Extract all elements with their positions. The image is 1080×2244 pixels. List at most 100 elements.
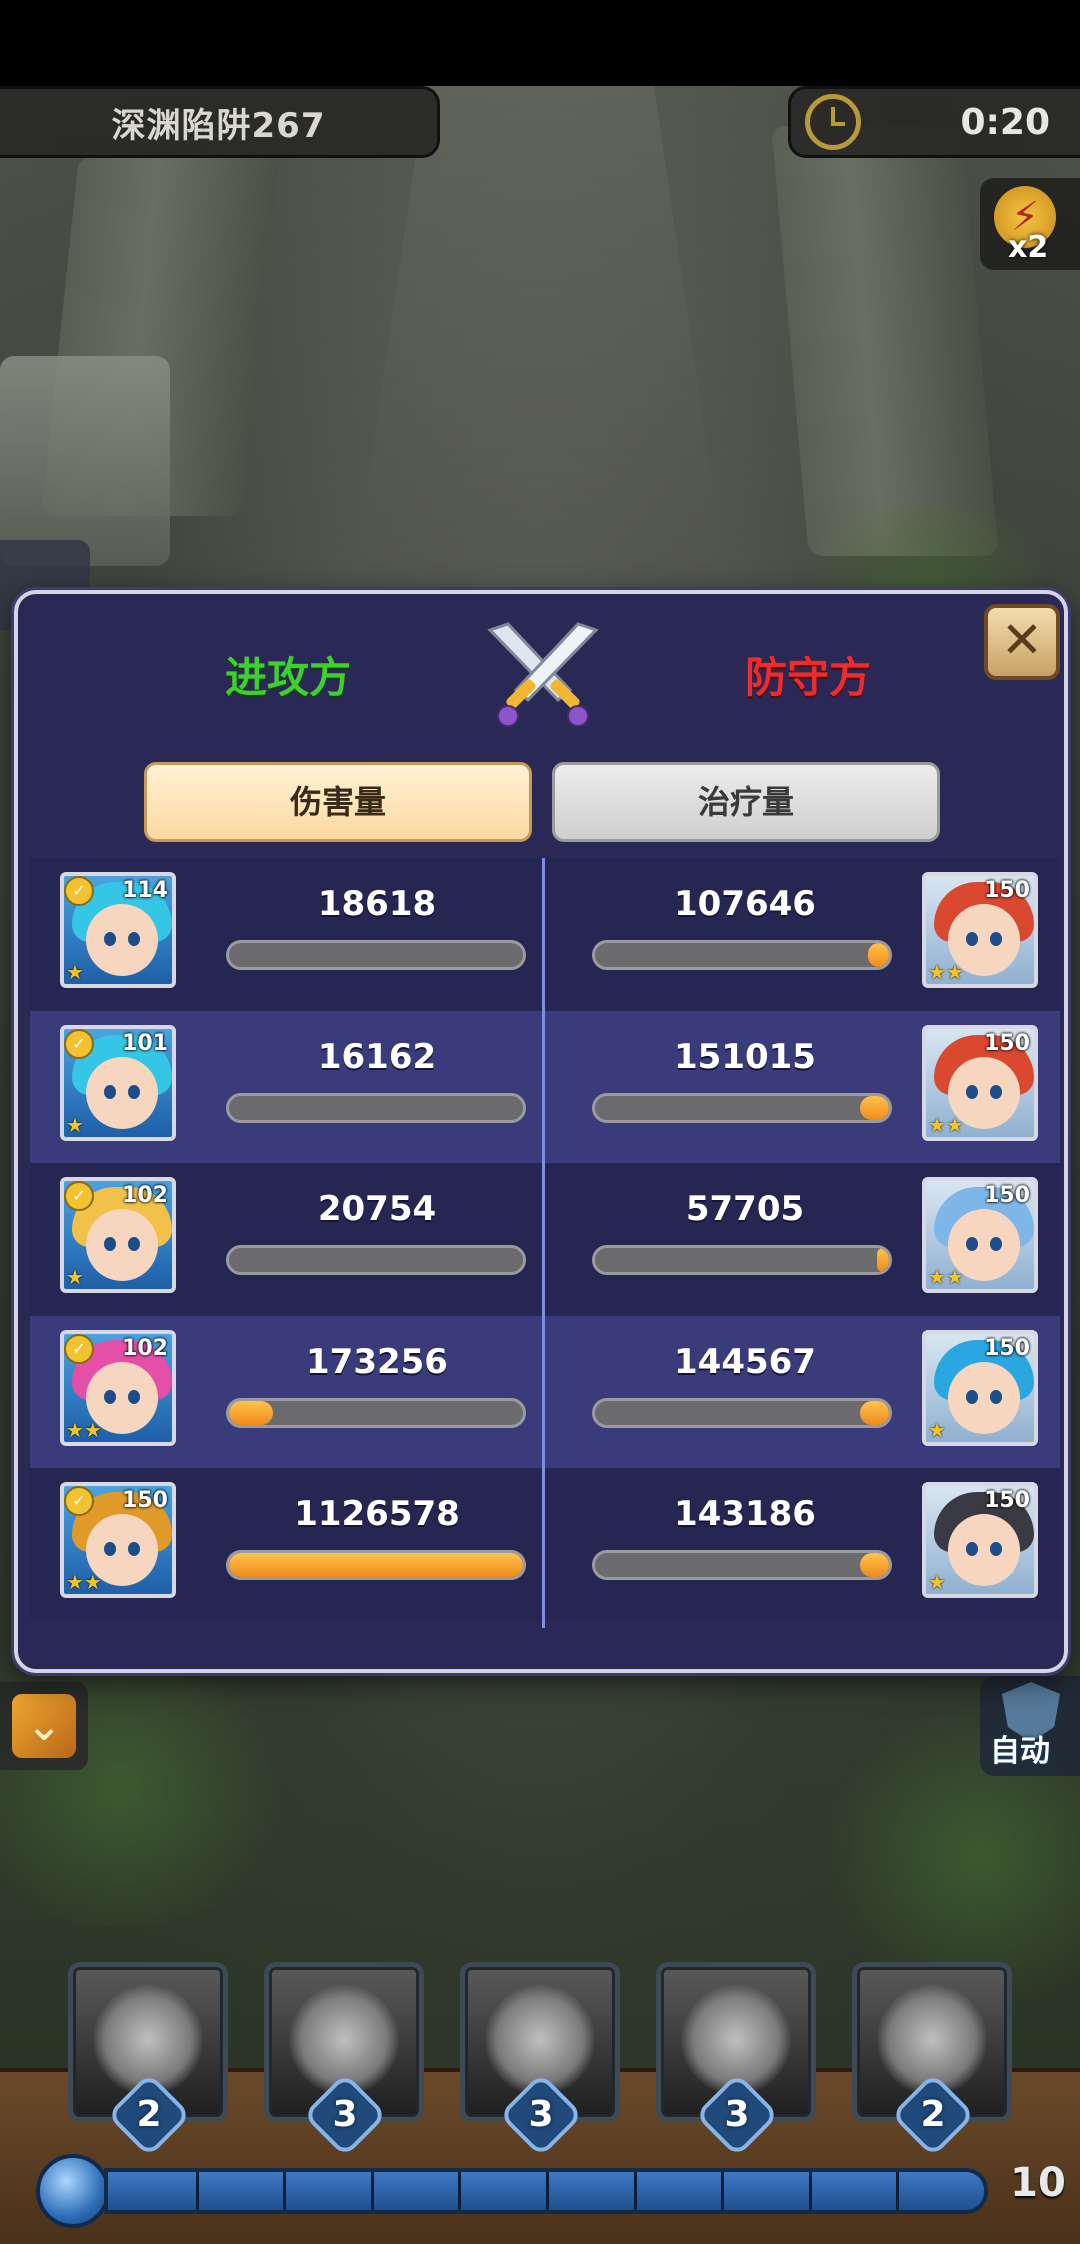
attacker-damage-bar bbox=[226, 1245, 526, 1275]
vip-badge-icon: ✓ bbox=[64, 1181, 94, 1211]
hero-eye bbox=[966, 1389, 978, 1404]
skill-button[interactable]: 3 bbox=[264, 1962, 424, 2158]
defender-damage-bar bbox=[592, 1397, 892, 1428]
skill-cost: 3 bbox=[724, 2094, 750, 2135]
speed-toggle-button[interactable]: ⚡ x2 bbox=[980, 178, 1080, 270]
timer-text: 0:20 bbox=[960, 101, 1050, 143]
skill-button[interactable]: 3 bbox=[460, 1962, 620, 2158]
defender-damage-bar bbox=[592, 1245, 892, 1275]
energy-segment-divider bbox=[896, 2172, 900, 2210]
skill-button[interactable]: 2 bbox=[68, 1962, 228, 2158]
hero-level: 150 bbox=[122, 1488, 168, 1513]
chevron-icon: ⌄ bbox=[12, 1694, 76, 1758]
star-rating-icon: ★ bbox=[66, 1265, 84, 1289]
hero-eye bbox=[966, 1542, 978, 1556]
hero-face bbox=[86, 1209, 158, 1281]
hero-level: 150 bbox=[984, 1335, 1030, 1361]
hero-level: 150 bbox=[984, 1488, 1030, 1513]
energy-count: 10 bbox=[1010, 2160, 1066, 2206]
skill-cost: 2 bbox=[920, 2094, 946, 2135]
hero-eye bbox=[104, 1542, 116, 1556]
defender-damage-fill bbox=[859, 1553, 889, 1577]
skill-button[interactable]: 3 bbox=[656, 1962, 816, 2158]
hero-level: 150 bbox=[984, 1183, 1030, 1208]
defender-portrait[interactable]: 150 ★★ bbox=[922, 1177, 1038, 1293]
stats-row: 101 ✓ ★ 16162 151015 150 ★★ bbox=[30, 1010, 1060, 1163]
speed-label: x2 bbox=[1008, 230, 1049, 265]
attacker-damage-bar bbox=[226, 1397, 526, 1428]
hero-face bbox=[948, 1514, 1020, 1586]
defender-portrait[interactable]: 150 ★★ bbox=[922, 1024, 1038, 1141]
energy-segment-divider bbox=[808, 2172, 812, 2210]
hero-eye bbox=[990, 1084, 1002, 1099]
star-rating-icon: ★★ bbox=[66, 1417, 102, 1442]
defender-portrait[interactable]: 150 ★ bbox=[922, 1482, 1038, 1598]
attacker-portrait[interactable]: 101 ✓ ★ bbox=[60, 1024, 176, 1141]
stats-row: 102 ✓ ★★ 173256 144567 150 ★ bbox=[30, 1315, 1060, 1468]
defender-damage-fill bbox=[859, 1095, 889, 1120]
energy-bar bbox=[104, 2168, 988, 2214]
auto-label: 自动 bbox=[990, 1734, 1050, 1769]
attacker-damage-bar bbox=[226, 940, 526, 970]
hero-eye bbox=[128, 1542, 140, 1556]
hero-level: 102 bbox=[122, 1335, 168, 1361]
stone-path bbox=[350, 86, 730, 606]
energy-segment-divider bbox=[370, 2172, 374, 2210]
energy-segment-divider bbox=[195, 2172, 199, 2210]
defender-damage-bar bbox=[592, 1092, 892, 1123]
skill-button[interactable]: 2 bbox=[852, 1962, 1012, 2158]
attacker-portrait[interactable]: 114 ✓ ★ bbox=[60, 872, 176, 988]
hero-level: 150 bbox=[984, 1030, 1030, 1056]
star-rating-icon: ★★ bbox=[928, 960, 964, 984]
defender-damage-bar bbox=[592, 1550, 892, 1580]
hero-eye bbox=[104, 932, 116, 946]
attacker-damage-value: 173256 bbox=[306, 1341, 448, 1382]
attacker-damage-bar bbox=[226, 1092, 526, 1123]
stats-row: 114 ✓ ★ 18618 107646 150 ★★ bbox=[30, 858, 1060, 1010]
tab-damage[interactable]: 伤害量 bbox=[144, 762, 532, 842]
hero-eye bbox=[990, 1389, 1002, 1404]
vip-badge-icon: ✓ bbox=[64, 1028, 94, 1059]
clock-icon bbox=[805, 94, 861, 150]
defender-portrait[interactable]: 150 ★★ bbox=[922, 872, 1038, 988]
star-rating-icon: ★ bbox=[66, 960, 84, 984]
hero-level: 114 bbox=[122, 878, 168, 903]
defender-damage-bar bbox=[592, 940, 892, 970]
defender-damage-value: 57705 bbox=[685, 1189, 805, 1229]
energy-segment-divider bbox=[458, 2172, 462, 2210]
defender-portrait[interactable]: 150 ★ bbox=[922, 1329, 1038, 1446]
energy-gem-icon bbox=[36, 2154, 110, 2228]
defender-damage-fill bbox=[859, 1400, 889, 1425]
attacker-damage-bar bbox=[226, 1550, 526, 1580]
close-button[interactable]: ✕ bbox=[984, 604, 1060, 680]
attacker-damage-fill bbox=[229, 1400, 274, 1425]
auto-battle-button[interactable]: 自动 bbox=[980, 1676, 1080, 1776]
hero-eye bbox=[128, 1237, 140, 1251]
attacker-portrait[interactable]: 102 ✓ ★★ bbox=[60, 1329, 176, 1446]
hero-eye bbox=[128, 932, 140, 946]
star-rating-icon: ★★ bbox=[66, 1570, 102, 1594]
attacker-portrait[interactable]: 102 ✓ ★ bbox=[60, 1177, 176, 1293]
attacker-damage-value: 18618 bbox=[317, 884, 437, 924]
skill-cost: 3 bbox=[528, 2094, 554, 2135]
hero-eye bbox=[128, 1389, 140, 1404]
vip-badge-icon: ✓ bbox=[64, 876, 94, 906]
attacker-damage-value: 16162 bbox=[317, 1036, 437, 1077]
star-rating-icon: ★ bbox=[66, 1112, 84, 1137]
energy-segment-divider bbox=[283, 2172, 287, 2210]
hero-level: 150 bbox=[984, 878, 1030, 903]
tab-healing[interactable]: 治疗量 bbox=[552, 762, 940, 842]
defender-damage-fill bbox=[868, 943, 889, 967]
attacker-title: 进攻方 bbox=[224, 653, 351, 702]
attacker-damage-value: 1126578 bbox=[294, 1494, 460, 1534]
center-divider bbox=[542, 858, 545, 1628]
hero-face bbox=[86, 1056, 158, 1129]
vip-badge-icon: ✓ bbox=[64, 1486, 94, 1516]
close-icon: ✕ bbox=[1001, 611, 1043, 669]
rank-button[interactable]: ⌄ bbox=[0, 1682, 88, 1770]
ruin-pillar-right bbox=[771, 126, 999, 556]
hero-eye bbox=[990, 932, 1002, 946]
hero-eye bbox=[966, 932, 978, 946]
hero-face bbox=[948, 1361, 1020, 1434]
attacker-portrait[interactable]: 150 ✓ ★★ bbox=[60, 1482, 176, 1598]
